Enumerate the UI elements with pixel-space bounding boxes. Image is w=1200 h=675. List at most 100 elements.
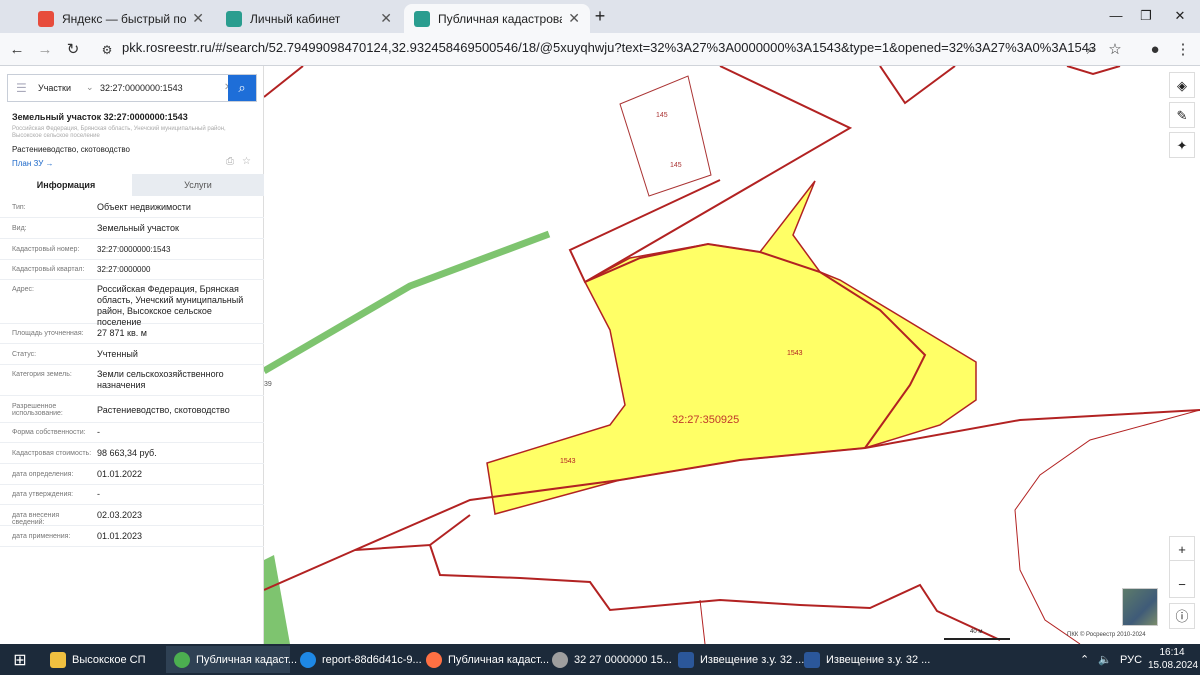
search-bar: ☰ Участки ⌄ 32:27:0000000:1543 ✕ ⌕ <box>7 74 257 102</box>
rosreestr-icon <box>226 10 242 27</box>
bookmark-star-icon[interactable]: ☆ <box>1104 39 1126 61</box>
row-value: Российская Федерация, Брянская область, … <box>97 284 244 327</box>
edge-label: 39 <box>264 381 272 388</box>
info-row: Кадастровый квартал: 32:27:0000000 <box>0 260 264 280</box>
parcel-usage: Растениеводство, скотоводство <box>12 145 130 154</box>
cadastral-map[interactable]: 145 145 32:27:350925 1543 1543 39 ◈ ✎ ✦ … <box>264 66 1200 644</box>
info-row: Форма собственности: - <box>0 423 264 443</box>
basemap-thumbnail[interactable] <box>1122 588 1158 626</box>
taskbar-item[interactable]: Извещение з.у. 32 ... <box>670 646 804 673</box>
layers-icon[interactable]: ◈ <box>1169 72 1195 98</box>
row-value: 01.01.2023 <box>97 531 143 541</box>
plan-link[interactable]: План ЗУ → <box>12 159 54 168</box>
row-value: - <box>97 427 100 437</box>
row-key: Разрешенное использование: <box>12 403 63 417</box>
chevron-down-icon[interactable]: ⌄ <box>86 82 94 93</box>
row-key: Кадастровый номер: <box>12 246 80 253</box>
language-indicator[interactable]: РУС <box>1120 646 1142 673</box>
volume-icon[interactable]: 🔈 <box>1098 646 1112 673</box>
taskbar-item[interactable]: 32 27 0000000 15... <box>544 646 672 673</box>
close-window-icon[interactable]: ✕ <box>1160 4 1200 28</box>
app-icon <box>552 651 568 668</box>
windows-taskbar: ⊞ Высокское СП Публичная кадаст... repor… <box>0 644 1200 675</box>
reload-icon[interactable]: ↻ <box>62 39 84 61</box>
tab-title: Публичная кадастровая карта <box>438 11 562 26</box>
row-key: Форма собственности: <box>12 429 86 436</box>
tab-services[interactable]: Услуги <box>132 174 264 196</box>
info-row: Адрес: Российская Федерация, Брянская обл… <box>0 280 264 327</box>
new-tab-icon[interactable]: + <box>588 4 612 28</box>
map-canvas <box>264 66 1200 644</box>
row-value: 02.03.2023 <box>97 510 143 520</box>
layer-select[interactable]: Участки <box>38 83 71 93</box>
info-row: дата определения: 01.01.2022 <box>0 464 264 485</box>
lot-label: 145 <box>656 112 668 119</box>
taskbar-item[interactable]: Публичная кадаст... <box>418 646 549 673</box>
clock[interactable]: 16:14 15.08.2024 <box>1148 646 1198 672</box>
clock-time: 16:14 <box>1159 647 1185 658</box>
tab-info[interactable]: Информация <box>0 174 132 196</box>
taskbar-label: report-88d6d41c-9... <box>322 653 422 666</box>
search-button[interactable]: ⌕ <box>228 75 256 101</box>
windows-icon: ⊞ <box>13 651 27 669</box>
profile-icon[interactable]: ● <box>1144 39 1166 61</box>
word-icon <box>678 651 694 668</box>
info-row: Статус: Учтенный <box>0 344 264 365</box>
info-row: Вид: Земельный участок <box>0 218 264 239</box>
start-button[interactable]: ⊞ <box>4 646 36 673</box>
row-value: Объект недвижимости <box>97 202 191 212</box>
zoom-out-button[interactable]: − <box>1169 572 1195 598</box>
ruler-icon[interactable]: ✎ <box>1169 102 1195 128</box>
taskbar-item[interactable]: Извещение з.у. 32 ... <box>796 646 930 673</box>
taskbar-label: 32 27 0000000 15... <box>574 653 672 666</box>
zoom-in-button[interactable]: + <box>1169 536 1195 562</box>
forward-icon[interactable]: → <box>34 39 56 61</box>
taskbar-label: Публичная кадаст... <box>448 653 550 666</box>
close-icon[interactable]: ✕ <box>568 10 580 27</box>
hamburger-icon[interactable]: ☰ <box>16 81 27 95</box>
address-bar[interactable]: pkk.rosreestr.ru/#/search/52.79499098470… <box>122 40 1096 55</box>
taskbar-item[interactable]: Публичная кадаст... <box>166 646 297 673</box>
locate-icon[interactable]: ✦ <box>1169 132 1195 158</box>
row-key: Площадь уточненная: <box>12 330 84 337</box>
menu-icon[interactable]: ⋮ <box>1172 39 1194 61</box>
close-icon[interactable]: ✕ <box>192 10 204 27</box>
search-icon: ⌕ <box>238 80 246 95</box>
cadastral-quarter-link[interactable]: 32:27:0000000 <box>97 264 257 275</box>
row-key: Кадастровая стоимость: <box>12 450 92 457</box>
row-key: Тип: <box>12 204 26 211</box>
rosreestr-icon <box>414 10 430 27</box>
print-icon[interactable]: ⎙ <box>226 156 234 167</box>
row-key: Кадастровый квартал: <box>12 266 85 273</box>
search-input[interactable]: 32:27:0000000:1543 <box>100 83 183 93</box>
tray-chevron-icon[interactable]: ⌃ <box>1080 646 1094 673</box>
taskbar-item[interactable]: report-88d6d41c-9... <box>292 646 422 673</box>
info-icon[interactable]: ⓘ <box>1169 603 1195 629</box>
close-icon[interactable]: ✕ <box>380 10 392 27</box>
cadastral-number-link[interactable]: 32:27:0000000:1543 <box>97 244 257 255</box>
parcel-boundary <box>699 599 706 644</box>
row-value: Растениеводство, скотоводство <box>97 405 230 415</box>
quarter-label: 32:27:350925 <box>672 414 740 426</box>
lot-label: 145 <box>670 162 682 169</box>
info-row: дата внесения сведений: 02.03.2023 <box>0 505 264 526</box>
info-panel: ☰ Участки ⌄ 32:27:0000000:1543 ✕ ⌕ Земел… <box>0 66 264 644</box>
info-row: Разрешенное использование: Растениеводств… <box>0 396 264 423</box>
row-key: дата применения: <box>12 533 71 540</box>
taskbar-label: Извещение з.у. 32 ... <box>700 653 805 666</box>
row-value: Земли сельскохозяйственного назначения <box>97 369 224 390</box>
back-icon[interactable]: ← <box>6 39 28 61</box>
taskbar-item[interactable]: Высокское СП <box>42 646 164 673</box>
site-settings-icon[interactable]: ⚙ <box>96 39 118 61</box>
parcel-boundary <box>879 66 956 105</box>
zoom-icon[interactable]: ⌕ <box>1080 39 1102 61</box>
road-strip <box>264 555 290 644</box>
taskbar-label: Извещение з.у. 32 ... <box>826 653 931 666</box>
tab-yandex[interactable]: Яндекс — быстрый поиск в и ✕ <box>28 4 214 33</box>
tab-label: Информация <box>36 180 96 190</box>
attribution: ПКК © Росреестр 2010-2024 <box>1067 632 1146 638</box>
favorite-star-icon[interactable]: ☆ <box>242 156 251 167</box>
tab-pkk[interactable]: Публичная кадастровая карта ✕ <box>404 4 590 33</box>
tab-lk[interactable]: Личный кабинет ✕ <box>216 4 402 33</box>
parcel-label: 1543 <box>787 350 803 357</box>
